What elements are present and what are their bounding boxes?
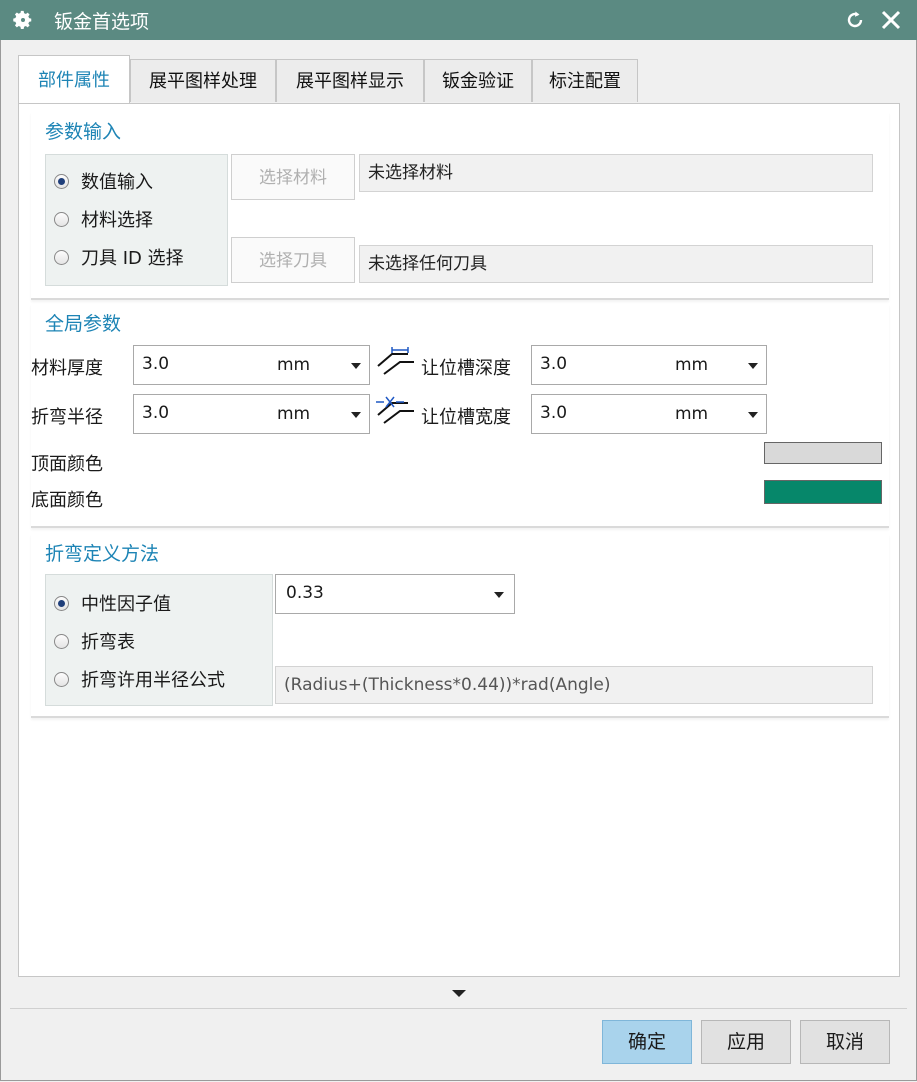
- relief-width-label: 让位槽宽度: [421, 407, 511, 428]
- relief-depth-unit: mm: [675, 355, 709, 375]
- relief-depth-value: 3.0: [540, 354, 568, 374]
- chevron-down-icon[interactable]: [351, 412, 361, 418]
- bottom-color-label: 底面颜色: [31, 490, 103, 511]
- title-bar: 钣金首选项: [0, 0, 917, 40]
- reset-icon[interactable]: [843, 8, 867, 32]
- radio-material-select[interactable]: 材料选择: [54, 205, 153, 233]
- radio-button[interactable]: [54, 633, 69, 649]
- radio-bend-allowance-formula[interactable]: 折弯许用半径公式: [54, 665, 225, 693]
- chevron-down-icon[interactable]: [494, 592, 504, 598]
- ok-button[interactable]: 确定: [602, 1020, 692, 1064]
- radio-label: 材料选择: [81, 210, 153, 231]
- radio-label: 刀具 ID 选择: [81, 248, 184, 269]
- relief-width-unit: mm: [675, 404, 709, 424]
- bend-method-group: 折弯定义方法 中性因子值 折弯表 折弯许用半径公式 0.33 (Radius+(…: [31, 534, 889, 718]
- bend-method-radio-group: 中性因子值 折弯表 折弯许用半径公式: [45, 574, 273, 706]
- radio-button[interactable]: [54, 211, 69, 227]
- radio-label: 数值输入: [81, 172, 153, 193]
- relief-depth-icon: [377, 347, 414, 375]
- param-input-group: 参数输入 数值输入 材料选择 刀具 ID 选择 选择材料 未选择材料 选择刀具 …: [31, 112, 889, 300]
- thickness-label: 材料厚度: [31, 358, 103, 379]
- tab-panel: 参数输入 数值输入 材料选择 刀具 ID 选择 选择材料 未选择材料 选择刀具 …: [18, 103, 900, 977]
- radio-button-selected[interactable]: [54, 595, 69, 611]
- radio-label: 中性因子值: [81, 594, 171, 615]
- global-params-title: 全局参数: [45, 313, 122, 335]
- tab-sheet-metal-validation[interactable]: 钣金验证: [424, 59, 532, 102]
- material-field: 未选择材料: [359, 154, 873, 192]
- neutral-factor-value: 0.33: [286, 583, 324, 603]
- bend-method-title: 折弯定义方法: [45, 543, 160, 565]
- radio-numeric-input[interactable]: 数值输入: [54, 167, 153, 195]
- relief-width-input[interactable]: 3.0 mm: [531, 394, 767, 434]
- relief-width-icon: [376, 396, 414, 424]
- chevron-down-icon[interactable]: [748, 363, 758, 369]
- close-icon[interactable]: [879, 8, 903, 32]
- tab-flat-pattern-display[interactable]: 展平图样显示: [276, 59, 424, 102]
- formula-field: (Radius+(Thickness*0.44))*rad(Angle): [275, 666, 873, 704]
- window-title: 钣金首选项: [54, 11, 150, 33]
- radio-button-selected[interactable]: [54, 173, 69, 189]
- chevron-down-icon[interactable]: [748, 412, 758, 418]
- radio-button[interactable]: [54, 671, 69, 687]
- bend-radius-value: 3.0: [142, 403, 170, 423]
- gear-icon: [13, 10, 32, 29]
- tool-field: 未选择任何刀具: [359, 245, 873, 283]
- bend-radius-label: 折弯半径: [31, 407, 103, 428]
- radio-button[interactable]: [54, 249, 69, 265]
- radio-label: 折弯许用半径公式: [81, 670, 225, 691]
- radio-label: 折弯表: [81, 632, 135, 653]
- select-tool-button[interactable]: 选择刀具: [231, 237, 355, 283]
- bend-radius-input[interactable]: 3.0 mm: [133, 394, 370, 434]
- cancel-button[interactable]: 取消: [800, 1020, 890, 1064]
- global-params-group: 全局参数 材料厚度 3.0 mm 让位槽深度 3.0 mm 折弯半径 3.0 m…: [31, 304, 889, 528]
- radio-neutral-factor[interactable]: 中性因子值: [54, 589, 171, 617]
- select-material-button[interactable]: 选择材料: [231, 154, 355, 200]
- relief-depth-input[interactable]: 3.0 mm: [531, 345, 767, 385]
- thickness-unit: mm: [277, 355, 311, 375]
- thickness-input[interactable]: 3.0 mm: [133, 345, 370, 385]
- tab-part-properties[interactable]: 部件属性: [18, 55, 130, 104]
- chevron-down-icon[interactable]: [351, 363, 361, 369]
- relief-width-value: 3.0: [540, 403, 568, 423]
- tab-flat-pattern-treatment[interactable]: 展平图样处理: [130, 59, 276, 102]
- relief-depth-label: 让位槽深度: [421, 358, 511, 379]
- param-input-title: 参数输入: [45, 121, 122, 143]
- radio-tool-id-select[interactable]: 刀具 ID 选择: [54, 243, 184, 271]
- tab-annotation-config[interactable]: 标注配置: [532, 59, 638, 102]
- thickness-value: 3.0: [142, 354, 170, 374]
- top-color-label: 顶面颜色: [31, 454, 103, 475]
- expand-arrow-icon[interactable]: [452, 990, 466, 997]
- param-input-radio-group: 数值输入 材料选择 刀具 ID 选择: [45, 154, 228, 286]
- neutral-factor-dropdown[interactable]: 0.33: [275, 574, 515, 614]
- footer-divider: [10, 1008, 907, 1009]
- radio-bend-table[interactable]: 折弯表: [54, 627, 135, 655]
- top-color-swatch[interactable]: [764, 442, 882, 464]
- bottom-color-swatch[interactable]: [764, 480, 882, 504]
- apply-button[interactable]: 应用: [701, 1020, 791, 1064]
- bend-radius-unit: mm: [277, 404, 311, 424]
